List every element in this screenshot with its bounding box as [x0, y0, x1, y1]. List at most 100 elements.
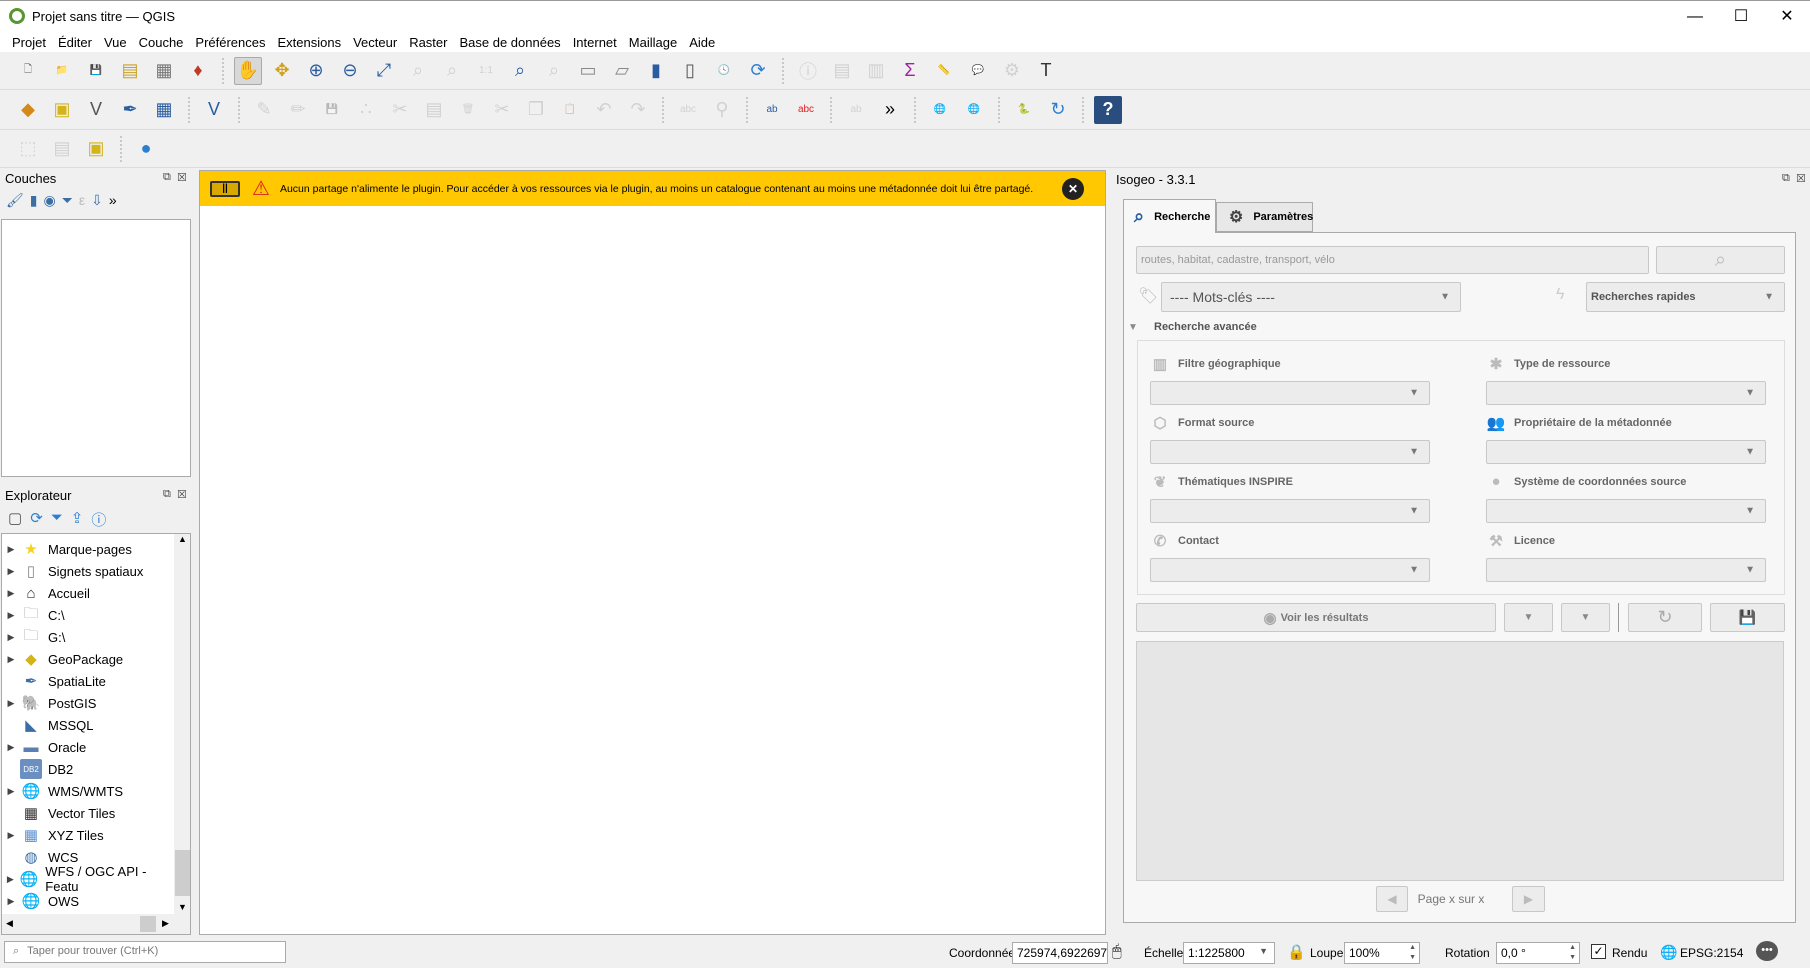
tab-parametres[interactable]: ⚙ Paramètres — [1216, 202, 1313, 232]
isogeo-float-button[interactable]: ⧉ — [1782, 172, 1790, 185]
refresh-icon[interactable]: ⟳ — [744, 57, 772, 85]
menu-projet[interactable]: Projet — [6, 32, 52, 52]
filter-combo[interactable]: ▼ — [1486, 440, 1766, 464]
attribute-form-icon[interactable]: ▤ — [48, 135, 76, 163]
expand-arrow-icon[interactable]: ▶ — [2, 874, 19, 885]
tab-recherche[interactable]: ⌕ Recherche — [1123, 199, 1216, 233]
pin-labels-icon[interactable]: ⚲ — [708, 96, 736, 124]
save-search-button[interactable]: 💾 — [1710, 603, 1785, 632]
add-wms-icon[interactable]: 🌐 — [926, 96, 954, 124]
menu-couche[interactable]: Couche — [133, 32, 190, 52]
more-icon[interactable]: » — [876, 96, 904, 124]
save-project-icon[interactable]: 💾 — [82, 57, 110, 85]
keywords-combo[interactable]: ---- Mots-clés ---- ▼ — [1161, 282, 1461, 312]
filter-combo[interactable]: ▼ — [1150, 558, 1430, 582]
new-shapefile-icon[interactable]: V — [82, 96, 110, 124]
messages-icon[interactable]: ••• — [1756, 941, 1778, 961]
browser-item[interactable]: ▶ ▦ XYZ Tiles — [2, 824, 104, 846]
open-project-icon[interactable]: 📁 — [48, 57, 76, 85]
expand-arrow-icon[interactable]: ▶ — [2, 544, 20, 555]
expand-arrow-icon[interactable]: ▶ — [2, 896, 20, 907]
temporal-controller-icon[interactable]: 🕓 — [710, 57, 738, 85]
menu-internet[interactable]: Internet — [567, 32, 623, 52]
label-red-icon[interactable]: abc — [792, 96, 820, 124]
deselect-icon[interactable]: ▣ — [82, 135, 110, 163]
new-bookmark-icon[interactable]: ▮ — [642, 57, 670, 85]
save-edits-icon[interactable]: 💾 — [318, 96, 346, 124]
zoom-out-icon[interactable]: ⊖ — [336, 57, 364, 85]
layers-panel-close-button[interactable]: ☒ — [177, 171, 187, 184]
filter-combo[interactable]: ▼ — [1486, 499, 1766, 523]
current-edits-icon[interactable]: ✎ — [250, 96, 278, 124]
search-button[interactable]: ⌕ — [1656, 246, 1785, 274]
info-icon[interactable]: ⓘ — [91, 509, 106, 530]
browser-item[interactable]: ▶ ▬ Oracle — [2, 736, 87, 758]
minimize-button[interactable]: — — [1672, 5, 1718, 29]
copy-icon[interactable]: ❐ — [522, 96, 550, 124]
expand-arrow-icon[interactable]: ▶ — [2, 742, 20, 753]
zoom-last-icon[interactable]: ⌕ — [506, 57, 534, 85]
new-print-layout-icon[interactable]: ▤ — [116, 57, 144, 85]
paste-icon[interactable]: 📋 — [556, 96, 584, 124]
mouse-coord-toggle-icon[interactable]: 🖱 — [1112, 943, 1122, 961]
scrollbar-thumb[interactable] — [175, 850, 190, 896]
expand-arrow-icon[interactable]: ▶ — [2, 566, 20, 577]
browser-item[interactable]: ▶ 🌐 WMS/WMTS — [2, 780, 124, 802]
map-tips-icon[interactable]: 💬 — [964, 57, 992, 85]
undo-icon[interactable]: ↶ — [590, 96, 618, 124]
browser-item[interactable]: ▶ 🗀 C:\ — [2, 604, 65, 626]
new-map-view-icon[interactable]: ▭ — [574, 57, 602, 85]
isogeo-close-button[interactable]: ☒ — [1796, 172, 1806, 185]
zoom-next-icon[interactable]: ⌕ — [540, 57, 568, 85]
new-virtual-layer-icon[interactable]: V — [200, 96, 228, 124]
results-list[interactable] — [1136, 641, 1784, 881]
help-icon[interactable]: ? — [1094, 95, 1122, 124]
label-highlight-icon[interactable]: ab — [758, 96, 786, 124]
menu-aide[interactable]: Aide — [683, 32, 721, 52]
menu-vecteur[interactable]: Vecteur — [347, 32, 403, 52]
label-tool-icon[interactable]: ab — [842, 96, 870, 124]
layers-panel-float-button[interactable]: ⧉ — [163, 171, 171, 184]
measure-icon[interactable]: 📏 — [930, 57, 958, 85]
filter-combo[interactable]: ▼ — [1150, 440, 1430, 464]
browser-panel-close-button[interactable]: ☒ — [177, 488, 187, 501]
pause-timer-button[interactable]: || — [210, 180, 240, 197]
show-results-button[interactable]: ◉ Voir les résultats — [1136, 603, 1496, 632]
expand-arrow-icon[interactable]: ▶ — [2, 786, 20, 797]
advanced-search-toggle[interactable]: Recherche avancée — [1154, 321, 1257, 333]
menu-éditer[interactable]: Éditer — [52, 32, 98, 52]
close-window-button[interactable]: ✕ — [1764, 5, 1810, 29]
browser-item[interactable]: ▶ 🌐 WFS / OGC API - Featu — [2, 864, 174, 894]
attribute-table-icon[interactable]: ▤ — [828, 57, 856, 85]
field-calculator-icon[interactable]: ▥ — [862, 57, 890, 85]
menu-raster[interactable]: Raster — [403, 32, 453, 52]
visibility-icon[interactable]: ◉ — [44, 192, 56, 209]
filter-icon[interactable]: ⏷ — [51, 509, 63, 530]
new-project-icon[interactable]: 🗋 — [14, 57, 42, 85]
cut-icon[interactable]: ✂ — [488, 96, 516, 124]
previous-page-button[interactable]: ◀ — [1376, 886, 1408, 912]
browser-item[interactable]: ▶ ◆ GeoPackage — [2, 648, 124, 670]
browser-item[interactable]: ▦ Vector Tiles — [2, 802, 115, 824]
layers-tree[interactable] — [1, 219, 191, 477]
close-message-button[interactable]: ✕ — [1062, 177, 1084, 200]
browser-vertical-scrollbar[interactable]: ▲ ▼ — [174, 534, 190, 914]
menu-vue[interactable]: Vue — [98, 32, 133, 52]
crs-globe-icon[interactable]: 🌐 — [1660, 944, 1677, 961]
browser-item[interactable]: DB2 DB2 — [2, 758, 73, 780]
maximize-button[interactable]: ☐ — [1718, 5, 1764, 29]
label-icon[interactable]: abc — [674, 96, 702, 124]
menu-maillage[interactable]: Maillage — [623, 32, 683, 52]
browser-item[interactable]: ▶ 🌐 OWS — [2, 890, 80, 912]
filter-combo[interactable]: ▼ — [1486, 558, 1766, 582]
add-selected-layers-icon[interactable]: ▢ — [8, 509, 22, 530]
expand-arrow-icon[interactable]: ▶ — [2, 610, 20, 621]
new-temp-layer-icon[interactable]: ▦ — [150, 96, 178, 124]
search-input[interactable]: routes, habitat, cadastre, transport, vé… — [1136, 246, 1649, 274]
show-bookmarks-icon[interactable]: ▯ — [676, 57, 704, 85]
refresh-icon[interactable]: ⟳ — [30, 509, 43, 530]
pan-icon[interactable]: ✋ — [234, 56, 262, 85]
sort-by-dropdown[interactable]: ▼ — [1504, 603, 1553, 632]
next-page-button[interactable]: ▶ — [1512, 886, 1545, 912]
digitize-icon[interactable]: ∴ — [352, 96, 380, 124]
